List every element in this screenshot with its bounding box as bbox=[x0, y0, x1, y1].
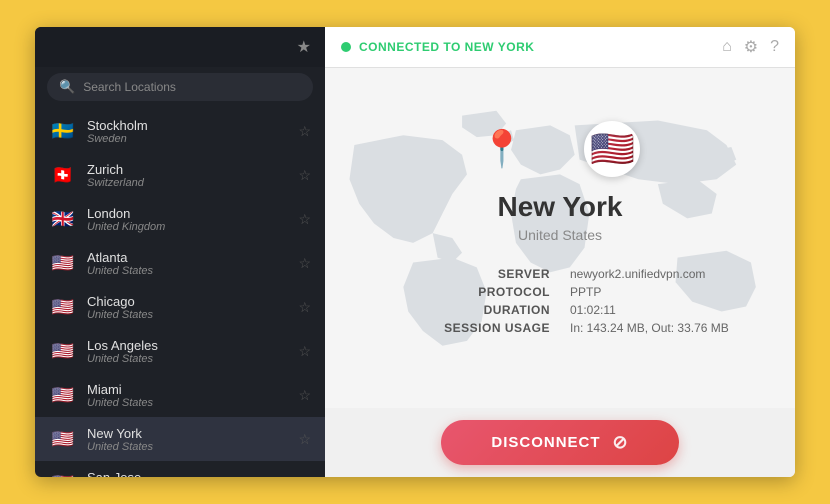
flag-stockholm: 🇸🇪 bbox=[49, 117, 77, 145]
map-area: 📍 🇺🇸 New York United States SERVER newyo… bbox=[325, 68, 795, 408]
duration-value: 01:02:11 bbox=[570, 303, 729, 317]
flag-zurich: 🇨🇭 bbox=[49, 161, 77, 189]
connection-status: CONNECTED TO NEW YORK bbox=[341, 40, 534, 54]
flag-chicago: 🇺🇸 bbox=[49, 293, 77, 321]
location-name-los-angeles: Los Angeles bbox=[87, 338, 288, 353]
info-grid: SERVER newyork2.unifiedvpn.com PROTOCOL … bbox=[391, 267, 729, 335]
location-list: 🇸🇪 Stockholm Sweden ☆ 🇨🇭 Zurich Switzerl… bbox=[35, 109, 325, 477]
home-icon[interactable]: ⌂ bbox=[722, 38, 732, 56]
location-name-chicago: Chicago bbox=[87, 294, 288, 309]
flag-atlanta: 🇺🇸 bbox=[49, 249, 77, 277]
disconnect-bar: DISCONNECT ⊘ bbox=[325, 408, 795, 477]
star-btn-london[interactable]: ☆ bbox=[298, 211, 311, 228]
location-item-los-angeles[interactable]: 🇺🇸 Los Angeles United States ☆ bbox=[35, 329, 325, 373]
flag-los-angeles: 🇺🇸 bbox=[49, 337, 77, 365]
location-name-san-jose: San Jose bbox=[87, 470, 288, 478]
location-name-zurich: Zurich bbox=[87, 162, 288, 177]
server-label: SERVER bbox=[391, 267, 550, 281]
disconnect-button[interactable]: DISCONNECT ⊘ bbox=[441, 420, 678, 465]
star-btn-los-angeles[interactable]: ☆ bbox=[298, 343, 311, 360]
location-country-chicago: United States bbox=[87, 309, 288, 321]
search-icon: 🔍 bbox=[59, 79, 75, 95]
location-country-stockholm: Sweden bbox=[87, 133, 288, 145]
city-name: New York bbox=[497, 191, 622, 223]
flag-miami: 🇺🇸 bbox=[49, 381, 77, 409]
sidebar-header: ★ bbox=[35, 27, 325, 67]
search-bar[interactable]: 🔍 bbox=[47, 73, 313, 101]
star-btn-miami[interactable]: ☆ bbox=[298, 387, 311, 404]
flag-emoji: 🇺🇸 bbox=[590, 128, 635, 170]
flag-london: 🇬🇧 bbox=[49, 205, 77, 233]
star-btn-chicago[interactable]: ☆ bbox=[298, 299, 311, 316]
location-item-atlanta[interactable]: 🇺🇸 Atlanta United States ☆ bbox=[35, 241, 325, 285]
location-pin-icon: 📍 bbox=[480, 128, 525, 170]
app-window: ★ 🔍 🇸🇪 Stockholm Sweden ☆ 🇨🇭 Zurich Swit… bbox=[35, 27, 795, 477]
location-name-london: London bbox=[87, 206, 288, 221]
protocol-value: PPTP bbox=[570, 285, 729, 299]
star-btn-atlanta[interactable]: ☆ bbox=[298, 255, 311, 272]
location-country-los-angeles: United States bbox=[87, 353, 288, 365]
map-icons-row: 📍 🇺🇸 bbox=[480, 121, 641, 177]
disconnect-icon: ⊘ bbox=[613, 432, 629, 453]
location-item-stockholm[interactable]: 🇸🇪 Stockholm Sweden ☆ bbox=[35, 109, 325, 153]
country-name: United States bbox=[518, 227, 602, 243]
status-dot bbox=[341, 42, 351, 52]
location-item-zurich[interactable]: 🇨🇭 Zurich Switzerland ☆ bbox=[35, 153, 325, 197]
location-name-stockholm: Stockholm bbox=[87, 118, 288, 133]
star-btn-stockholm[interactable]: ☆ bbox=[298, 123, 311, 140]
location-country-zurich: Switzerland bbox=[87, 177, 288, 189]
star-btn-new-york[interactable]: ☆ bbox=[298, 431, 311, 448]
disconnect-label: DISCONNECT bbox=[491, 434, 600, 451]
location-item-new-york[interactable]: 🇺🇸 New York United States ☆ bbox=[35, 417, 325, 461]
location-item-chicago[interactable]: 🇺🇸 Chicago United States ☆ bbox=[35, 285, 325, 329]
location-name-atlanta: Atlanta bbox=[87, 250, 288, 265]
location-item-london[interactable]: 🇬🇧 London United Kingdom ☆ bbox=[35, 197, 325, 241]
protocol-label: PROTOCOL bbox=[391, 285, 550, 299]
flag-san-jose: 🇺🇸 bbox=[49, 469, 77, 477]
star-btn-san-jose[interactable]: ☆ bbox=[298, 475, 311, 478]
duration-label: DURATION bbox=[391, 303, 550, 317]
top-bar-icons: ⌂ ⚙ ? bbox=[722, 37, 779, 57]
help-icon[interactable]: ? bbox=[770, 38, 779, 56]
favorites-star-icon[interactable]: ★ bbox=[297, 37, 311, 57]
main-panel: CONNECTED TO NEW YORK ⌂ ⚙ ? bbox=[325, 27, 795, 477]
location-item-san-jose[interactable]: 🇺🇸 San Jose United States ☆ bbox=[35, 461, 325, 477]
location-country-atlanta: United States bbox=[87, 265, 288, 277]
location-name-new-york: New York bbox=[87, 426, 288, 441]
search-input[interactable] bbox=[83, 80, 301, 94]
location-country-miami: United States bbox=[87, 397, 288, 409]
settings-icon[interactable]: ⚙ bbox=[744, 37, 758, 57]
server-value: newyork2.unifiedvpn.com bbox=[570, 267, 729, 281]
location-country-new-york: United States bbox=[87, 441, 288, 453]
location-item-miami[interactable]: 🇺🇸 Miami United States ☆ bbox=[35, 373, 325, 417]
session-value: In: 143.24 MB, Out: 33.76 MB bbox=[570, 321, 729, 335]
location-country-london: United Kingdom bbox=[87, 221, 288, 233]
star-btn-zurich[interactable]: ☆ bbox=[298, 167, 311, 184]
map-content: 📍 🇺🇸 New York United States SERVER newyo… bbox=[391, 121, 729, 335]
session-label: SESSION USAGE bbox=[391, 321, 550, 335]
location-name-miami: Miami bbox=[87, 382, 288, 397]
status-text: CONNECTED TO NEW YORK bbox=[359, 40, 534, 54]
top-bar: CONNECTED TO NEW YORK ⌂ ⚙ ? bbox=[325, 27, 795, 68]
sidebar: ★ 🔍 🇸🇪 Stockholm Sweden ☆ 🇨🇭 Zurich Swit… bbox=[35, 27, 325, 477]
country-flag-circle: 🇺🇸 bbox=[584, 121, 640, 177]
flag-new-york: 🇺🇸 bbox=[49, 425, 77, 453]
